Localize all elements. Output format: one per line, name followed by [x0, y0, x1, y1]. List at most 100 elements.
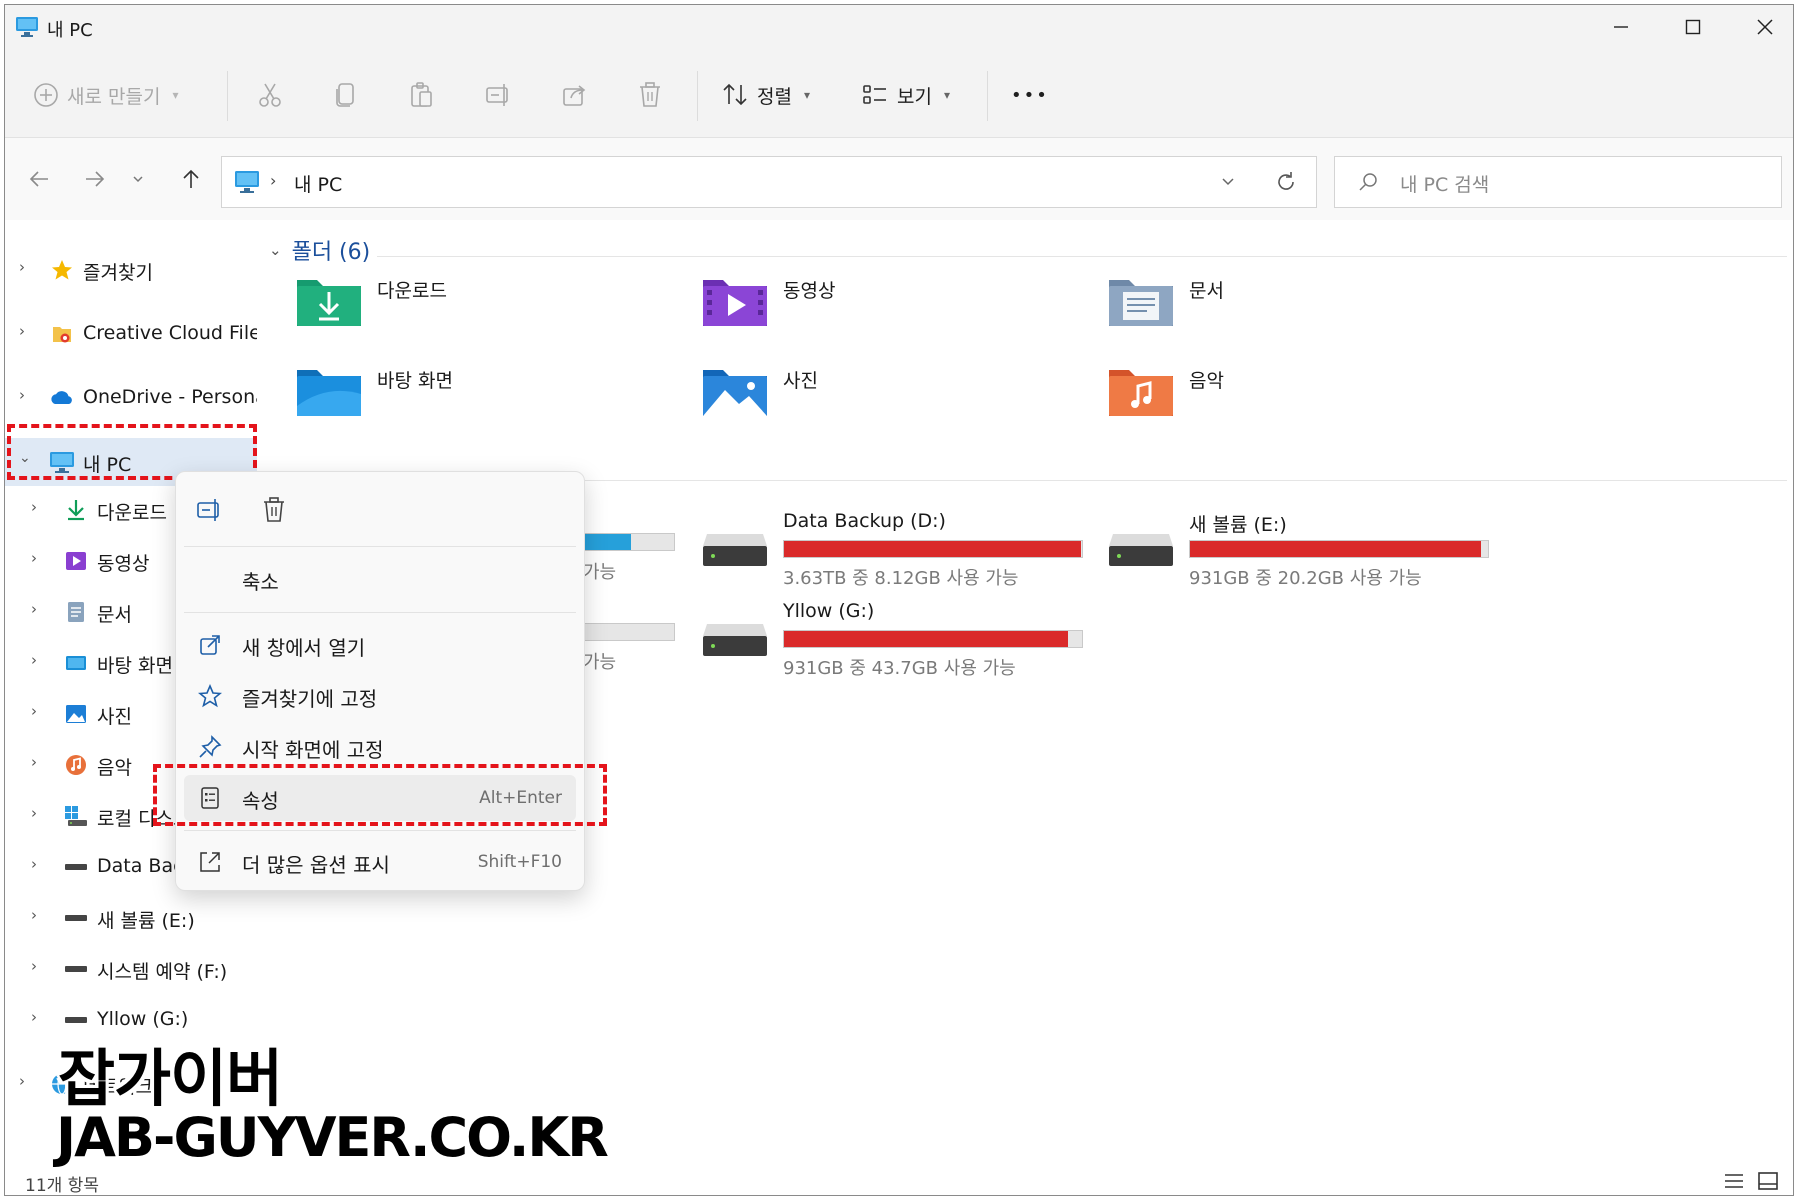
chevron-right-icon[interactable]: ›	[31, 957, 37, 975]
sidebar-item-favorites[interactable]: › 즐겨찾기	[5, 246, 257, 294]
drive-c-usage-fill	[584, 534, 631, 550]
drive-usage-bar	[1189, 540, 1489, 558]
drive-icon	[1107, 532, 1175, 572]
delete-quick-button[interactable]	[254, 490, 294, 530]
minimize-icon	[1614, 26, 1628, 28]
file-explorer-window: 내 PC 새로 만들기 ▾ 정렬 ▾ 보기 ▾ ••• › 내 PC 내 PC …	[4, 4, 1794, 1196]
folders-group-header[interactable]: ⌄ 폴더 (6)	[269, 234, 370, 266]
menu-item-collapse[interactable]: 축소	[184, 556, 576, 602]
desktop-icon	[63, 650, 89, 676]
breadcrumb-item[interactable]: 내 PC	[294, 170, 342, 197]
cut-button[interactable]	[257, 75, 283, 115]
address-bar[interactable]: › 내 PC	[221, 156, 1317, 208]
sidebar-item-system-reserved-f[interactable]: › 시스템 예약 (F:)	[5, 945, 257, 993]
sidebar-item-onedrive[interactable]: › OneDrive - Personal	[5, 374, 257, 422]
chevron-down-icon: ▾	[943, 88, 950, 102]
up-button[interactable]	[171, 160, 211, 198]
large-icons-view-button[interactable]	[1757, 1171, 1779, 1195]
paste-button[interactable]	[409, 75, 435, 115]
drive-new-volume-e[interactable]: 새 볼륨 (E:) 931GB 중 20.2GB 사용 가능	[1107, 510, 1489, 590]
chevron-right-icon[interactable]: ›	[19, 258, 25, 276]
close-button[interactable]	[1735, 9, 1793, 45]
sidebar-item-label: 바탕 화면	[97, 655, 173, 677]
sort-button-label: 정렬	[757, 85, 792, 108]
sidebar-item-label: 시스템 예약 (F:)	[97, 961, 228, 983]
forward-button[interactable]	[75, 160, 115, 198]
chevron-right-icon[interactable]: ›	[19, 322, 25, 340]
sidebar-item-label: 동영상	[97, 553, 150, 575]
refresh-button[interactable]	[1274, 170, 1298, 198]
chevron-right-icon[interactable]: ›	[31, 1008, 37, 1026]
status-bar: 11개 항목	[5, 1165, 1793, 1196]
title-bar: 내 PC	[5, 5, 1793, 49]
details-view-button[interactable]	[1723, 1171, 1745, 1195]
sort-button[interactable]: 정렬 ▾	[721, 75, 810, 115]
chevron-right-icon[interactable]: ›	[31, 753, 37, 771]
more-options-button[interactable]: •••	[1011, 75, 1049, 115]
sidebar-item-label: 사진	[97, 706, 132, 728]
chevron-right-icon[interactable]: ›	[19, 386, 25, 404]
folder-desktop[interactable]: 바탕 화면	[295, 362, 635, 442]
minimize-button[interactable]	[1591, 9, 1651, 45]
view-icon	[863, 85, 886, 104]
sidebar-item-label: Creative Cloud Files	[83, 322, 257, 344]
chevron-right-icon[interactable]: ›	[31, 549, 37, 567]
menu-item-more-options[interactable]: 더 많은 옵션 표시 Shift+F10	[184, 839, 576, 885]
drive-icon	[701, 532, 769, 572]
view-button[interactable]: 보기 ▾	[861, 75, 950, 115]
watermark-title: 잡가이버	[58, 1042, 283, 1115]
details-view-icon	[1725, 1174, 1743, 1188]
address-dropdown-button[interactable]	[1220, 173, 1236, 193]
drive-usage-bar	[783, 630, 1083, 648]
chevron-right-icon[interactable]: ›	[31, 906, 37, 924]
navigation-bar: › 내 PC 내 PC 검색	[5, 138, 1793, 220]
pictures-folder-icon	[701, 362, 769, 422]
sidebar-item-new-volume-e[interactable]: › 새 볼륨 (E:)	[5, 894, 257, 942]
sidebar-item-label: OneDrive - Personal	[83, 386, 257, 408]
drive-yllow-g[interactable]: Yllow (G:) 931GB 중 43.7GB 사용 가능	[701, 600, 1083, 680]
menu-item-shortcut: Shift+F10	[477, 852, 562, 872]
recent-locations-button[interactable]	[123, 160, 153, 198]
chevron-right-icon[interactable]: ›	[31, 804, 37, 822]
chevron-right-icon[interactable]: ›	[19, 1072, 25, 1090]
menu-item-pin-favorites[interactable]: 즐겨찾기에 고정	[184, 673, 576, 719]
sidebar-item-label: 다운로드	[97, 502, 167, 524]
back-button[interactable]	[19, 160, 59, 198]
chevron-right-icon[interactable]: ›	[31, 600, 37, 618]
maximize-button[interactable]	[1663, 9, 1723, 45]
sidebar-item-label: 즐겨찾기	[83, 262, 153, 284]
chevron-right-icon[interactable]: ›	[31, 855, 37, 873]
folder-documents[interactable]: 문서	[1107, 272, 1447, 352]
rename-button[interactable]	[485, 75, 513, 115]
search-box[interactable]: 내 PC 검색	[1334, 156, 1782, 208]
new-button[interactable]: 새로 만들기 ▾	[33, 75, 178, 115]
folder-downloads[interactable]: 다운로드	[295, 272, 635, 352]
rename-quick-button[interactable]	[190, 490, 230, 530]
music-icon	[63, 752, 89, 778]
download-icon	[63, 497, 89, 523]
copy-button[interactable]	[333, 75, 359, 115]
chevron-right-icon[interactable]: ›	[31, 651, 37, 669]
chevron-right-icon[interactable]: ›	[31, 702, 37, 720]
open-new-window-icon	[198, 633, 222, 657]
highlight-box-properties	[153, 764, 607, 826]
folder-music[interactable]: 음악	[1107, 362, 1447, 442]
share-button[interactable]	[561, 75, 589, 115]
chevron-down-icon: ▾	[803, 88, 810, 102]
tiles-view-icon	[1758, 1172, 1778, 1190]
drive-usage-fill	[784, 541, 1082, 557]
folder-pictures[interactable]: 사진	[701, 362, 1041, 442]
menu-item-label: 시작 화면에 고정	[242, 738, 384, 762]
menu-item-open-new-window[interactable]: 새 창에서 열기	[184, 622, 576, 668]
drive-usage-fill	[784, 631, 1068, 647]
close-icon	[1757, 19, 1773, 35]
arrow-right-icon	[86, 171, 105, 187]
rename-icon	[486, 84, 508, 106]
drive-data-backup-d[interactable]: Data Backup (D:) 3.63TB 중 8.12GB 사용 가능	[701, 510, 1083, 590]
folder-name: 다운로드	[377, 280, 447, 302]
folder-videos[interactable]: 동영상	[701, 272, 1041, 352]
item-count: 11개 항목	[25, 1176, 99, 1196]
delete-button[interactable]	[637, 75, 663, 115]
sidebar-item-creative-cloud[interactable]: › Creative Cloud Files	[5, 310, 257, 358]
chevron-right-icon[interactable]: ›	[31, 498, 37, 516]
